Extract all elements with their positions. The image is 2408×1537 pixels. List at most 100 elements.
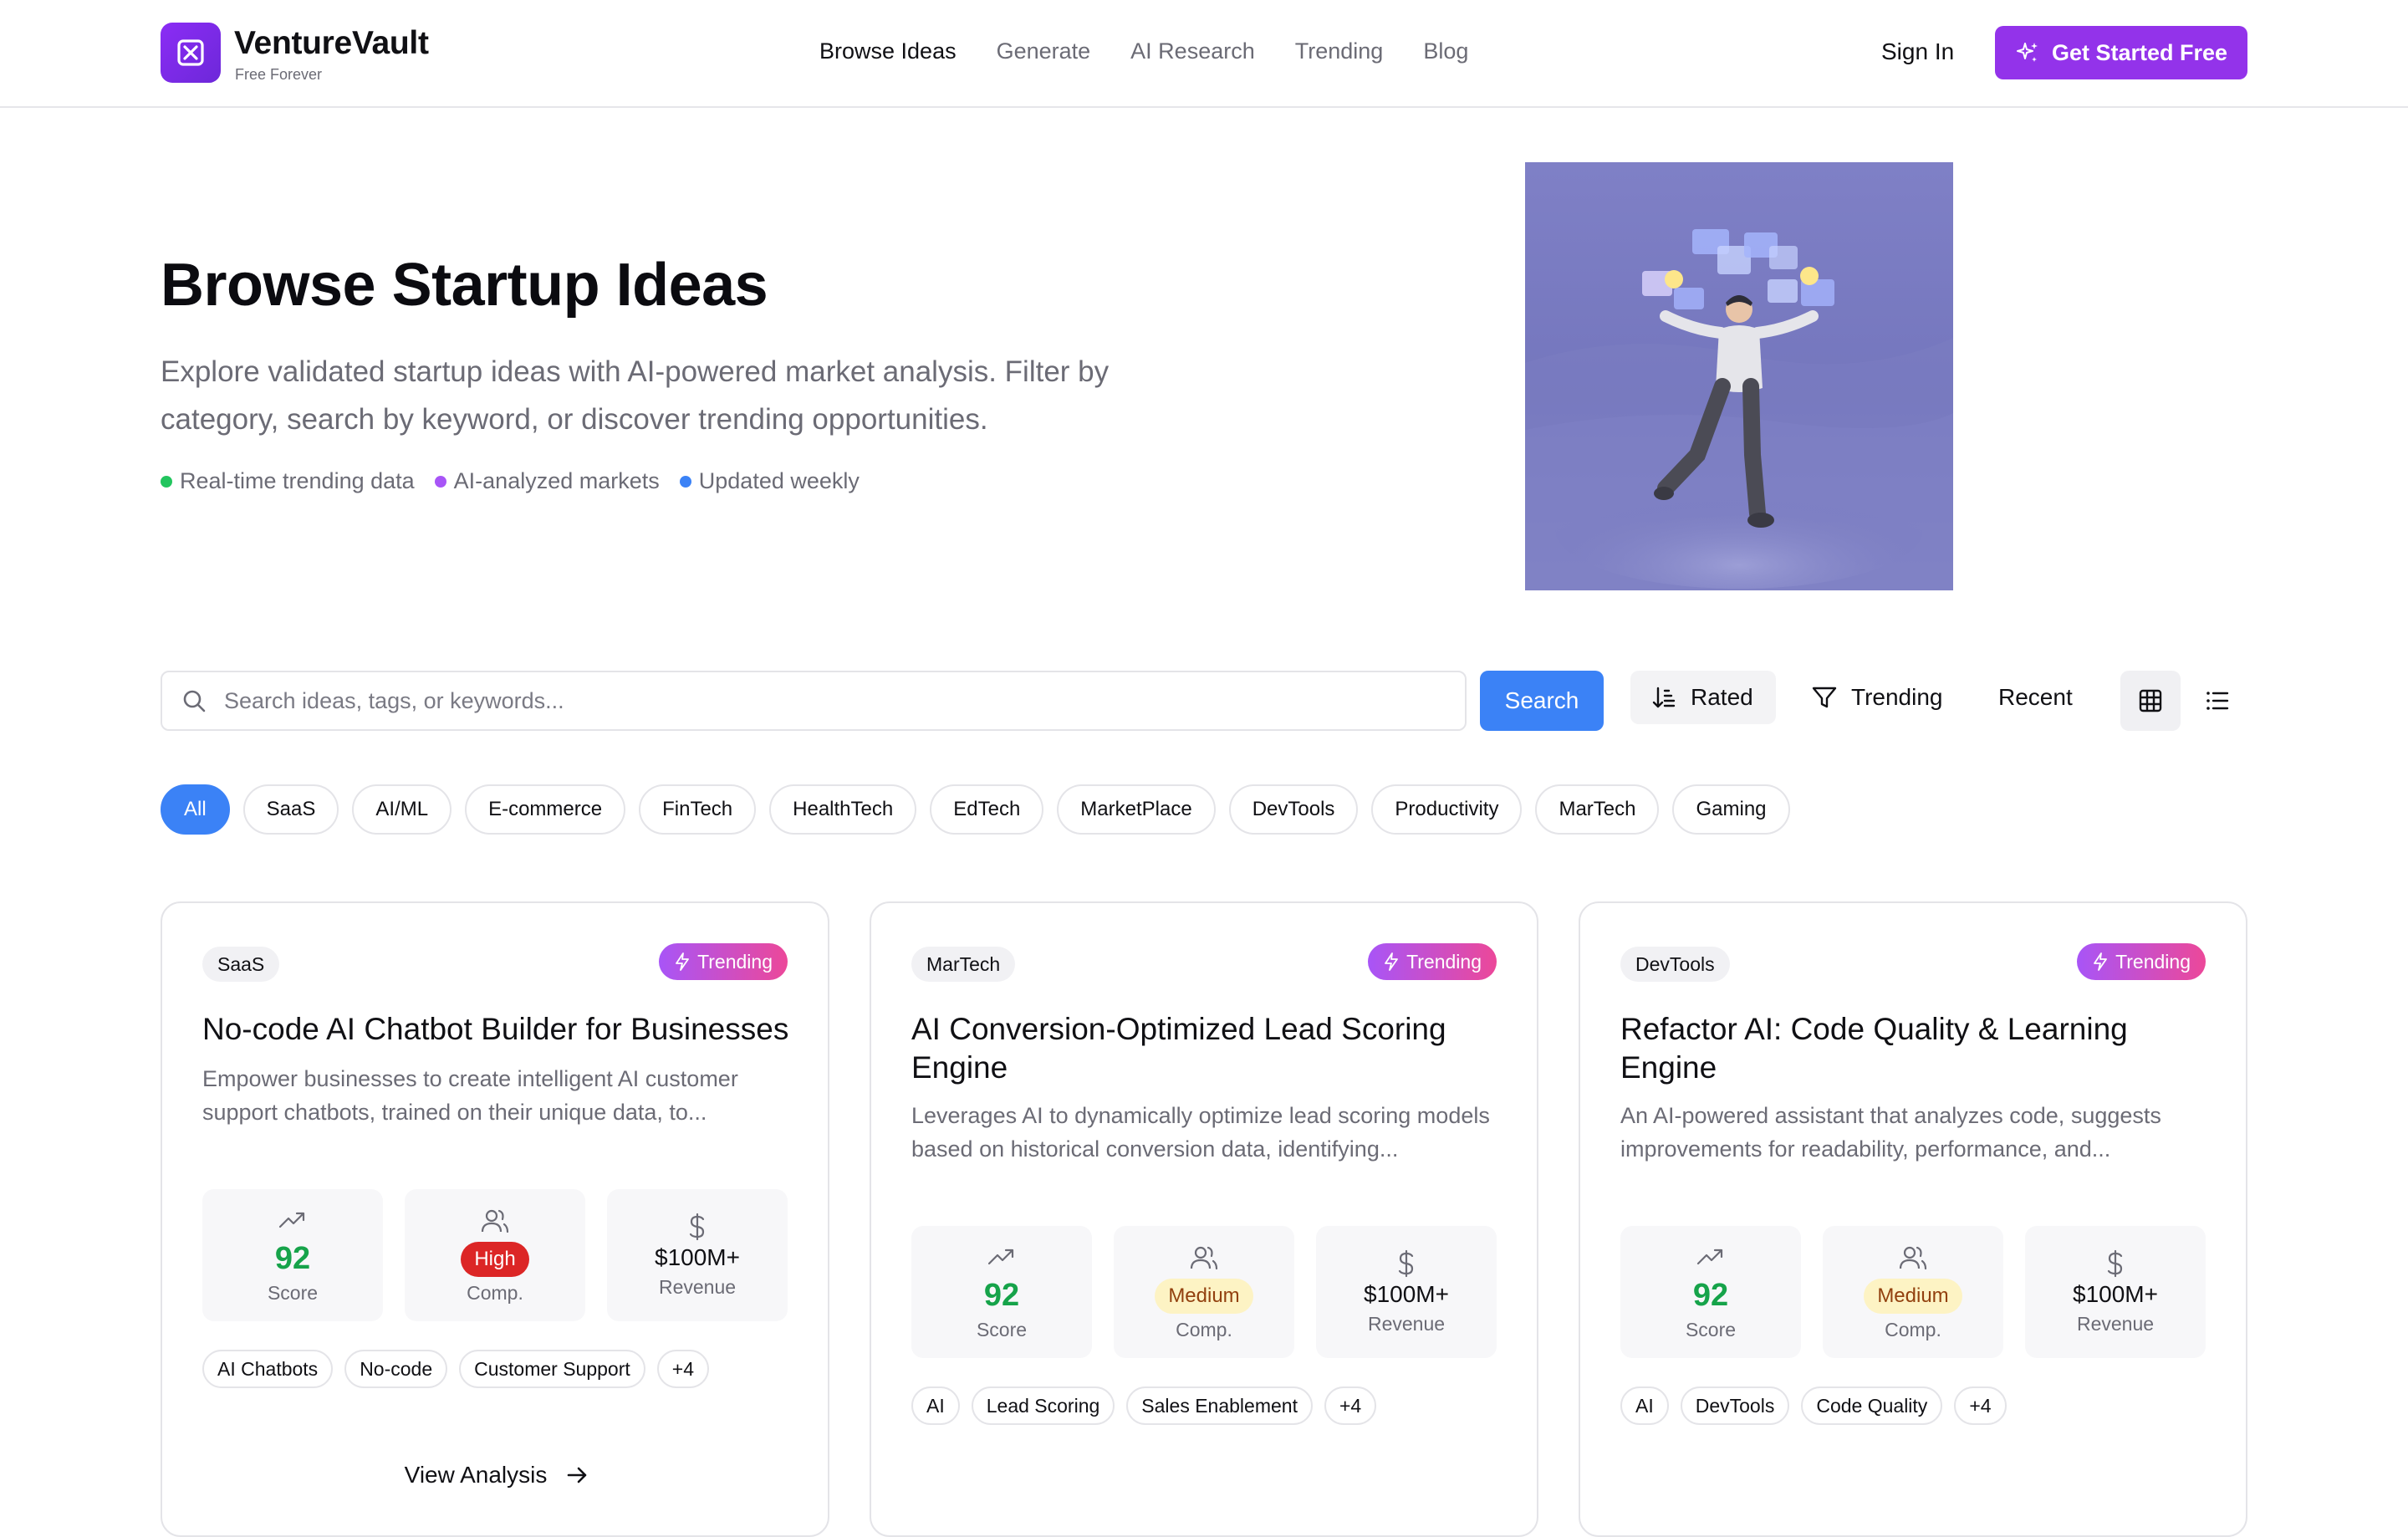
- sort-trending-button[interactable]: Trending: [1791, 671, 1967, 724]
- card-description: Leverages AI to dynamically optimize lea…: [911, 1103, 1490, 1162]
- view-analysis-link[interactable]: View Analysis: [162, 1462, 831, 1488]
- tag[interactable]: Code Quality: [1801, 1386, 1943, 1425]
- card-description: Empower businesses to create intelligent…: [202, 1066, 738, 1125]
- trending-up-icon: [278, 1212, 305, 1228]
- revenue-value: $100M+: [2073, 1280, 2158, 1307]
- more-tags[interactable]: +4: [656, 1350, 709, 1388]
- competition-label: Comp.: [1885, 1318, 1941, 1340]
- more-tags[interactable]: +4: [1954, 1386, 2007, 1425]
- competition-badge: Medium: [1155, 1278, 1253, 1314]
- feature-ai-markets: AI-analyzed markets: [434, 468, 660, 494]
- category-chip-fintech[interactable]: FinTech: [639, 784, 757, 835]
- lightning-icon: [1385, 952, 1398, 971]
- tag[interactable]: Sales Enablement: [1126, 1386, 1313, 1425]
- feature-label: Real-time trending data: [180, 468, 415, 493]
- dollar-icon: [1398, 1249, 1414, 1277]
- trending-label: Trending: [697, 950, 773, 973]
- category-filters: All SaaS AI/ML E-commerce FinTech Health…: [161, 784, 1790, 835]
- category-chip-edtech[interactable]: EdTech: [930, 784, 1044, 835]
- metric-score: 92 Score: [202, 1189, 383, 1321]
- revenue-value: $100M+: [1364, 1280, 1449, 1307]
- card-title[interactable]: Refactor AI: Code Quality & Learning Eng…: [1620, 1010, 2214, 1087]
- grid-icon: [2139, 689, 2162, 712]
- tag[interactable]: Customer Support: [459, 1350, 645, 1388]
- sort-trending-label: Trending: [1851, 684, 1943, 710]
- logo-icon[interactable]: [161, 23, 221, 83]
- nav-trending[interactable]: Trending: [1295, 38, 1384, 64]
- idea-card[interactable]: MarTech Trending AI Conversion-Optimized…: [870, 901, 1538, 1537]
- feature-label: AI-analyzed markets: [453, 468, 660, 493]
- hero-illustration: [1525, 162, 1953, 590]
- arrow-right-icon: [568, 1467, 587, 1483]
- trending-label: Trending: [2115, 950, 2191, 973]
- nav-generate[interactable]: Generate: [997, 38, 1091, 64]
- category-chip-martech[interactable]: MarTech: [1535, 784, 1660, 835]
- trending-badge: Trending: [2077, 943, 2206, 980]
- category-chip-ai-ml[interactable]: AI/ML: [352, 784, 452, 835]
- search-button[interactable]: Search: [1480, 671, 1604, 731]
- score-value: 92: [274, 1241, 311, 1276]
- sign-in-link[interactable]: Sign In: [1881, 38, 1954, 65]
- tag[interactable]: AI Chatbots: [202, 1350, 334, 1388]
- page-description: Explore validated startup ideas with AI-…: [161, 355, 1110, 436]
- score-label: Score: [976, 1319, 1028, 1340]
- list-view-toggle[interactable]: [2187, 671, 2247, 731]
- metric-competition: High Comp.: [405, 1189, 585, 1321]
- sort-rated-button[interactable]: Rated: [1630, 671, 1776, 724]
- search-input[interactable]: [224, 687, 1395, 714]
- grid-view-toggle[interactable]: [2120, 671, 2181, 731]
- nav-blog[interactable]: Blog: [1423, 38, 1468, 64]
- card-category-badge: DevTools: [1620, 947, 1730, 982]
- card-metrics: 92 Score Medium Comp. $100M+ Revenue: [911, 1226, 1497, 1358]
- score-value: 92: [1692, 1278, 1729, 1313]
- category-chip-healthtech[interactable]: HealthTech: [769, 784, 917, 835]
- get-started-button[interactable]: Get Started Free: [1995, 26, 2247, 79]
- competition-badge: Medium: [1864, 1278, 1962, 1314]
- top-navbar: VentureVault Free Forever Browse Ideas G…: [0, 0, 2408, 108]
- competition-badge: High: [461, 1241, 529, 1277]
- tag[interactable]: AI: [911, 1386, 960, 1425]
- category-chip-all[interactable]: All: [161, 784, 230, 835]
- card-category-badge: MarTech: [911, 947, 1016, 982]
- hero-features: Real-time trending data AI-analyzed mark…: [161, 468, 860, 494]
- trending-badge: Trending: [659, 943, 788, 980]
- category-chip-ecommerce[interactable]: E-commerce: [465, 784, 626, 835]
- feature-updated: Updated weekly: [679, 468, 860, 494]
- tag[interactable]: AI: [1620, 1386, 1669, 1425]
- score-label: Score: [267, 1282, 319, 1304]
- nav-ai-research[interactable]: AI Research: [1130, 38, 1255, 64]
- get-started-label: Get Started Free: [2051, 39, 2228, 65]
- brand-name[interactable]: VentureVault: [234, 25, 429, 62]
- view-analysis-label: View Analysis: [404, 1462, 548, 1488]
- idea-card[interactable]: DevTools Trending Refactor AI: Code Qual…: [1579, 901, 2247, 1537]
- more-tags[interactable]: +4: [1324, 1386, 1377, 1425]
- tag[interactable]: DevTools: [1680, 1386, 1790, 1425]
- blue-dot-icon: [679, 475, 691, 488]
- category-chip-marketplace[interactable]: MarketPlace: [1057, 784, 1216, 835]
- nav-browse-ideas[interactable]: Browse Ideas: [819, 38, 957, 64]
- category-chip-gaming[interactable]: Gaming: [1672, 784, 1790, 835]
- revenue-label: Revenue: [658, 1275, 737, 1298]
- lightning-icon: [676, 952, 689, 971]
- sparkles-icon: [2016, 43, 2038, 62]
- category-chip-productivity[interactable]: Productivity: [1371, 784, 1523, 835]
- green-dot-icon: [161, 475, 172, 488]
- metric-competition: Medium Comp.: [1823, 1226, 2003, 1358]
- tag[interactable]: No-code: [344, 1350, 448, 1388]
- sort-recent-button[interactable]: Recent: [1978, 671, 2087, 724]
- users-icon: [481, 1209, 509, 1233]
- category-chip-devtools[interactable]: DevTools: [1228, 784, 1359, 835]
- category-chip-saas[interactable]: SaaS: [242, 784, 339, 835]
- idea-card[interactable]: SaaS Trending No-code AI Chatbot Builder…: [161, 901, 829, 1537]
- purple-dot-icon: [434, 475, 446, 488]
- card-title[interactable]: AI Conversion-Optimized Lead Scoring Eng…: [911, 1010, 1505, 1087]
- metric-revenue: $100M+ Revenue: [2025, 1226, 2206, 1358]
- trending-up-icon: [1696, 1248, 1723, 1265]
- metric-competition: Medium Comp.: [1114, 1226, 1294, 1358]
- tag[interactable]: Lead Scoring: [971, 1386, 1115, 1425]
- brand-tagline: Free Forever: [235, 66, 323, 83]
- card-title[interactable]: No-code AI Chatbot Builder for Businesse…: [202, 1010, 796, 1049]
- search-icon: [183, 690, 206, 712]
- metric-score: 92 Score: [911, 1226, 1092, 1358]
- revenue-label: Revenue: [1367, 1312, 1446, 1335]
